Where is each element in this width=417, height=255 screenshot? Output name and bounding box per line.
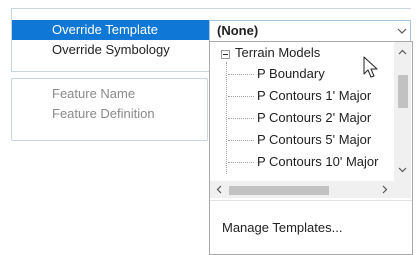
tree-item-label: P Contours 10' Major [257,154,379,169]
tree-item-label: P Contours 5' Major [257,132,372,147]
property-row-override-symbology[interactable]: Override Symbology [12,40,209,60]
chevron-down-icon[interactable] [394,162,411,178]
override-template-value: (None) [217,23,259,38]
vertical-scroll-thumb[interactable] [398,75,408,108]
scrollbar-corner [394,181,411,198]
horizontal-scrollbar[interactable] [210,181,394,198]
tree-node-label: Terrain Models [235,45,321,60]
tree-item[interactable]: P Contours 10' Major [257,152,378,172]
tree-connector-line [228,140,254,141]
tree-item-label: P Contours 2' Major [257,110,372,125]
override-template-label: Override Template [52,22,158,37]
tree-item[interactable]: P Contours 2' Major [257,108,371,128]
override-symbology-label: Override Symbology [52,42,170,57]
vertical-scrollbar[interactable] [394,42,411,181]
template-dropdown: Terrain Models P Boundary P Contours 1' … [209,41,413,255]
tree-connector-line [228,118,254,119]
property-row-override-template[interactable]: Override Template [12,20,209,40]
tree-connector-line [228,74,254,75]
manage-templates-item[interactable]: Manage Templates... [222,218,342,238]
tree-connector-line [226,62,227,174]
chevron-left-icon[interactable] [210,181,227,198]
tree-item[interactable]: P Contours 1' Major [257,86,371,106]
tree-item[interactable]: P Boundary [257,64,325,84]
tree-connector-line [228,162,254,163]
collapse-icon[interactable] [221,50,230,59]
tree-item[interactable]: P Contours 5' Major [257,130,371,150]
override-template-combobox[interactable]: (None) [209,20,411,42]
tree-item-label: P Contours 1' Major [257,88,372,103]
tree-item-label: P Boundary [257,66,325,81]
chevron-up-icon[interactable] [394,44,411,60]
chevron-right-icon[interactable] [376,181,393,198]
feature-definition-label: Feature Definition [52,106,155,121]
feature-name-label: Feature Name [52,86,136,101]
tree-connector-line [228,96,254,97]
horizontal-scroll-thumb[interactable] [229,186,329,195]
menu-divider [210,200,412,201]
mouse-pointer-icon [363,56,378,78]
chevron-down-icon[interactable] [394,22,409,40]
